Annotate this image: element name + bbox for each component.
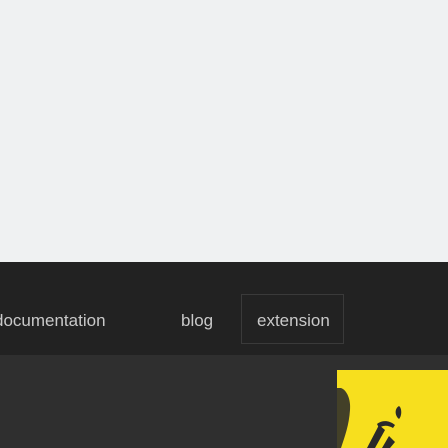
nav-link-extension[interactable]: extension	[257, 310, 330, 332]
nav-link-documentation[interactable]: documentation	[0, 310, 106, 332]
yellow-logo-icon	[337, 370, 448, 448]
page: documentation blog extension	[0, 0, 448, 448]
main-navbar	[0, 262, 448, 355]
top-blank-area	[0, 0, 448, 262]
nav-link-blog[interactable]: blog	[181, 310, 213, 332]
